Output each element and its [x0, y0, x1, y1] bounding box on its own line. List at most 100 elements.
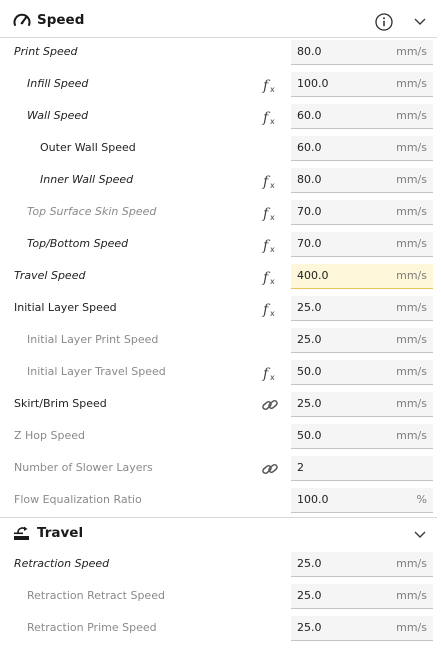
field-unit: mm/s — [396, 589, 427, 602]
top-bottom-speed-input[interactable]: 70.0 mm/s — [291, 232, 433, 257]
field-unit: mm/s — [396, 173, 427, 186]
field-unit: mm/s — [396, 45, 427, 58]
field-unit: mm/s — [396, 621, 427, 634]
travel-section-title: Travel — [37, 525, 84, 541]
chevron-down-icon[interactable] — [412, 527, 428, 541]
speed-section-header[interactable]: Speed — [0, 2, 437, 40]
field-value: 100.0 — [297, 77, 329, 90]
field-unit: mm/s — [396, 109, 427, 122]
field-unit: mm/s — [396, 557, 427, 570]
setting-row-retraction-retract-speed: Retraction Retract Speed 25.0 mm/s — [0, 581, 441, 613]
setting-row-initial-layer-speed: Initial Layer Speed fx 25.0 mm/s — [0, 293, 441, 325]
setting-label: Inner Wall Speed — [40, 173, 134, 186]
field-value: 60.0 — [297, 109, 322, 122]
svg-text:x: x — [270, 117, 275, 126]
field-value: 25.0 — [297, 333, 322, 346]
chevron-down-icon[interactable] — [412, 14, 428, 28]
svg-text:x: x — [270, 309, 275, 318]
setting-label: Wall Speed — [27, 109, 89, 122]
setting-label: Top Surface Skin Speed — [27, 205, 157, 218]
flow-equalization-ratio-input[interactable]: 100.0 % — [291, 488, 433, 513]
settings-panel: Speed Print Speed 80.0 mm/s Infill Speed… — [0, 0, 441, 651]
function-icon[interactable]: fx — [260, 204, 280, 222]
skirt-brim-speed-input[interactable]: 25.0 mm/s — [291, 392, 433, 417]
svg-text:x: x — [270, 277, 275, 286]
field-unit: mm/s — [396, 333, 427, 346]
top-surface-skin-speed-input[interactable]: 70.0 mm/s — [291, 200, 433, 225]
z-hop-speed-input[interactable]: 50.0 mm/s — [291, 424, 433, 449]
inner-wall-speed-input[interactable]: 80.0 mm/s — [291, 168, 433, 193]
link-icon[interactable] — [260, 396, 280, 414]
field-unit: mm/s — [396, 141, 427, 154]
retraction-retract-speed-input[interactable]: 25.0 mm/s — [291, 584, 433, 609]
field-unit: mm/s — [396, 77, 427, 90]
travel-speed-input[interactable]: 400.0 mm/s — [291, 264, 433, 289]
setting-label: Print Speed — [14, 45, 78, 58]
setting-row-travel-speed: Travel Speed fx 400.0 mm/s — [0, 261, 441, 293]
info-icon[interactable] — [374, 12, 394, 32]
outer-wall-speed-input[interactable]: 60.0 mm/s — [291, 136, 433, 161]
setting-row-initial-layer-travel-speed: Initial Layer Travel Speed fx 50.0 mm/s — [0, 357, 441, 389]
setting-row-print-speed: Print Speed 80.0 mm/s — [0, 37, 441, 69]
setting-label: Retraction Retract Speed — [27, 589, 165, 602]
setting-label: Skirt/Brim Speed — [14, 397, 107, 410]
function-icon[interactable]: fx — [260, 268, 280, 286]
setting-row-inner-wall-speed: Inner Wall Speed fx 80.0 mm/s — [0, 165, 441, 197]
field-unit: mm/s — [396, 301, 427, 314]
initial-layer-travel-speed-input[interactable]: 50.0 mm/s — [291, 360, 433, 385]
infill-speed-input[interactable]: 100.0 mm/s — [291, 72, 433, 97]
retraction-speed-input[interactable]: 25.0 mm/s — [291, 552, 433, 577]
field-value: 25.0 — [297, 557, 322, 570]
speed-section-title: Speed — [37, 12, 85, 28]
initial-layer-speed-input[interactable]: 25.0 mm/s — [291, 296, 433, 321]
field-unit: mm/s — [396, 397, 427, 410]
field-unit: mm/s — [396, 237, 427, 250]
function-icon[interactable]: fx — [260, 108, 280, 126]
setting-label: Retraction Prime Speed — [27, 621, 157, 634]
setting-row-flow-equalization-ratio: Flow Equalization Ratio 100.0 % — [0, 485, 441, 517]
field-value: 50.0 — [297, 365, 322, 378]
setting-row-top-surface-skin-speed: Top Surface Skin Speed fx 70.0 mm/s — [0, 197, 441, 229]
setting-row-z-hop-speed: Z Hop Speed 50.0 mm/s — [0, 421, 441, 453]
function-icon[interactable]: fx — [260, 300, 280, 318]
travel-section-header[interactable]: Travel — [0, 515, 437, 553]
retraction-prime-speed-input[interactable]: 25.0 mm/s — [291, 616, 433, 641]
function-icon[interactable]: fx — [260, 76, 280, 94]
initial-layer-print-speed-input[interactable]: 25.0 mm/s — [291, 328, 433, 353]
setting-label: Flow Equalization Ratio — [14, 493, 142, 506]
field-value: 100.0 — [297, 493, 329, 506]
function-icon[interactable]: fx — [260, 172, 280, 190]
function-icon[interactable]: fx — [260, 236, 280, 254]
setting-row-top-bottom-speed: Top/Bottom Speed fx 70.0 mm/s — [0, 229, 441, 261]
function-icon[interactable]: fx — [260, 364, 280, 382]
number-of-slower-layers-input[interactable]: 2 — [291, 456, 433, 481]
setting-label: Initial Layer Speed — [14, 301, 117, 314]
field-value: 70.0 — [297, 205, 322, 218]
field-value: 25.0 — [297, 621, 322, 634]
field-value: 50.0 — [297, 429, 322, 442]
setting-row-retraction-prime-speed: Retraction Prime Speed 25.0 mm/s — [0, 613, 441, 645]
setting-row-skirt-brim-speed: Skirt/Brim Speed 25.0 mm/s — [0, 389, 441, 421]
speedometer-icon — [12, 11, 32, 31]
setting-label: Travel Speed — [14, 269, 86, 282]
field-value: 70.0 — [297, 237, 322, 250]
svg-text:x: x — [270, 213, 275, 222]
field-value: 80.0 — [297, 45, 322, 58]
travel-icon — [12, 524, 32, 544]
link-icon[interactable] — [260, 460, 280, 478]
setting-row-wall-speed: Wall Speed fx 60.0 mm/s — [0, 101, 441, 133]
setting-label: Z Hop Speed — [14, 429, 85, 442]
setting-row-number-of-slower-layers: Number of Slower Layers 2 — [0, 453, 441, 485]
print-speed-input[interactable]: 80.0 mm/s — [291, 40, 433, 65]
svg-text:x: x — [270, 181, 275, 190]
setting-row-initial-layer-print-speed: Initial Layer Print Speed 25.0 mm/s — [0, 325, 441, 357]
field-value: 2 — [297, 461, 304, 474]
field-value: 60.0 — [297, 141, 322, 154]
setting-row-outer-wall-speed: Outer Wall Speed 60.0 mm/s — [0, 133, 441, 165]
svg-text:x: x — [270, 85, 275, 94]
field-unit: mm/s — [396, 365, 427, 378]
field-value: 25.0 — [297, 589, 322, 602]
setting-label: Retraction Speed — [14, 557, 110, 570]
wall-speed-input[interactable]: 60.0 mm/s — [291, 104, 433, 129]
svg-text:x: x — [270, 373, 275, 382]
